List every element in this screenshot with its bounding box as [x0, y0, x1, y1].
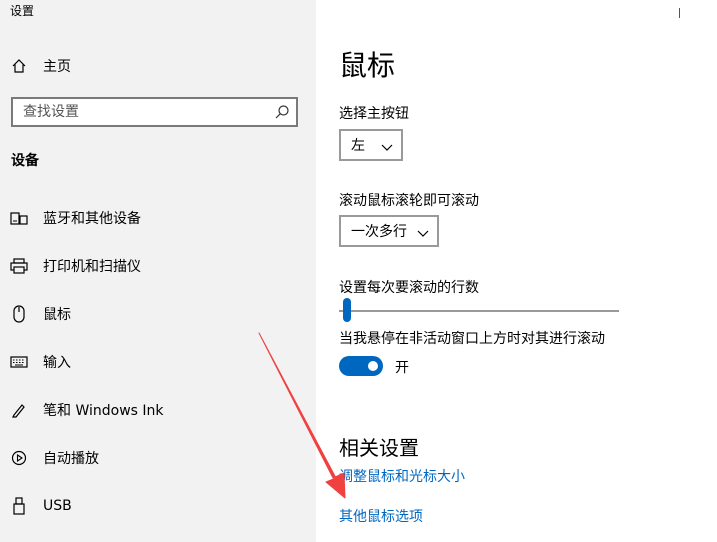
toggle-knob	[368, 361, 378, 371]
sidebar-item-label: 打印机和扫描仪	[43, 259, 141, 275]
home-icon	[10, 57, 28, 75]
section-heading: 设备	[11, 153, 39, 169]
inactive-scroll-toggle[interactable]	[339, 356, 383, 376]
pen-icon	[10, 401, 28, 419]
chevron-down-icon	[381, 140, 393, 151]
sidebar-item-label: USB	[43, 498, 72, 514]
dropdown-value: 左	[351, 138, 365, 154]
sidebar: 设置 主页 设备 蓝牙和其他设备 打印机和扫描仪	[0, 0, 316, 542]
sidebar-item-label: 主页	[43, 59, 71, 75]
additional-mouse-options-link[interactable]: 其他鼠标选项	[339, 506, 423, 526]
printer-icon	[10, 257, 28, 275]
bluetooth-devices-icon	[10, 209, 28, 227]
sidebar-item-autoplay[interactable]: 自动播放	[0, 440, 316, 476]
sidebar-item-label: 笔和 Windows Ink	[43, 403, 164, 419]
related-settings-heading: 相关设置	[339, 436, 419, 460]
keyboard-icon	[10, 353, 28, 371]
mouse-icon	[10, 305, 28, 323]
lines-to-scroll-label: 设置每次要滚动的行数	[339, 280, 479, 296]
autoplay-icon	[10, 449, 28, 467]
chevron-down-icon	[417, 226, 429, 237]
search-input[interactable]	[13, 99, 263, 125]
lines-to-scroll-slider-track[interactable]	[339, 310, 619, 312]
primary-button-label: 选择主按钮	[339, 106, 409, 122]
lines-to-scroll-slider-thumb[interactable]	[343, 298, 351, 322]
sidebar-item-bluetooth[interactable]: 蓝牙和其他设备	[0, 200, 316, 236]
scroll-mode-label: 滚动鼠标滚轮即可滚动	[339, 193, 479, 209]
app-title: 设置	[10, 4, 35, 18]
inactive-scroll-label: 当我悬停在非活动窗口上方时对其进行滚动	[339, 331, 605, 347]
search-box[interactable]	[11, 97, 298, 127]
sidebar-item-label: 鼠标	[43, 307, 71, 323]
sidebar-item-home[interactable]: 主页	[0, 48, 316, 84]
sidebar-item-printers[interactable]: 打印机和扫描仪	[0, 248, 316, 284]
dropdown-value: 一次多行	[351, 224, 407, 240]
sidebar-item-usb[interactable]: USB	[0, 488, 316, 524]
primary-button-dropdown[interactable]: 左	[339, 129, 403, 161]
adjust-pointer-size-link[interactable]: 调整鼠标和光标大小	[339, 466, 465, 486]
usb-icon	[10, 497, 28, 515]
sidebar-item-label: 蓝牙和其他设备	[43, 211, 141, 227]
sidebar-item-pen[interactable]: 笔和 Windows Ink	[0, 392, 316, 428]
sidebar-item-label: 输入	[43, 355, 71, 371]
sidebar-item-mouse[interactable]: 鼠标	[0, 296, 316, 332]
sidebar-item-typing[interactable]: 输入	[0, 344, 316, 380]
settings-window: 设置 主页 设备 蓝牙和其他设备 打印机和扫描仪	[0, 0, 717, 542]
search-icon[interactable]	[274, 104, 290, 120]
scroll-mode-dropdown[interactable]: 一次多行	[339, 215, 439, 247]
sidebar-item-label: 自动播放	[43, 451, 99, 467]
window-control-button[interactable]	[665, 0, 695, 22]
toggle-state-label: 开	[395, 360, 409, 376]
page-title: 鼠标	[339, 49, 396, 82]
